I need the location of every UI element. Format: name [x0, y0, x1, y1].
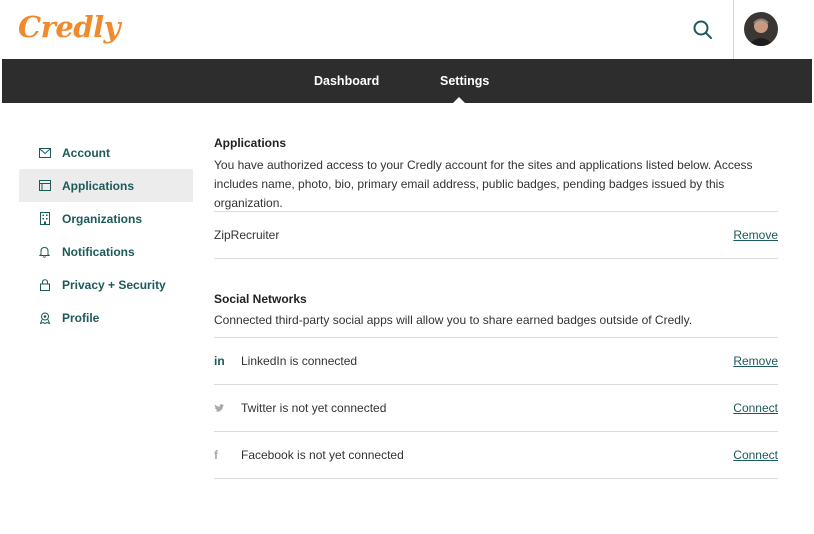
settings-sidebar: Account Applications Organizations Notif… — [19, 136, 193, 334]
sidebar-item-profile[interactable]: Profile — [19, 301, 193, 334]
credly-logo[interactable]: Credly — [18, 10, 120, 44]
facebook-status: Facebook is not yet connected — [241, 448, 404, 462]
social-row-facebook: f Facebook is not yet connected Connect — [214, 432, 778, 478]
twitter-icon — [214, 403, 228, 413]
social-networks-title: Social Networks — [214, 292, 307, 306]
search-icon[interactable] — [692, 19, 714, 41]
applications-description: You have authorized access to your Credl… — [214, 158, 753, 210]
social-networks-description: Connected third-party social apps will a… — [214, 313, 693, 327]
connect-facebook-link[interactable]: Connect — [733, 448, 778, 462]
remove-application-link[interactable]: Remove — [733, 228, 778, 242]
application-row: ZipRecruiter Remove — [214, 212, 778, 258]
twitter-status: Twitter is not yet connected — [241, 401, 387, 415]
remove-linkedin-link[interactable]: Remove — [733, 354, 778, 368]
active-nav-caret — [453, 97, 465, 103]
sidebar-item-applications[interactable]: Applications — [19, 169, 193, 202]
sidebar-item-label: Profile — [62, 310, 100, 325]
main-nav: Dashboard Settings — [2, 59, 812, 103]
sidebar-item-label: Applications — [62, 178, 135, 193]
linkedin-status: LinkedIn is connected — [241, 354, 358, 368]
facebook-icon: f — [214, 448, 218, 462]
social-row-linkedin: in LinkedIn is connected Remove — [214, 338, 778, 384]
envelope-icon — [38, 146, 51, 159]
building-icon — [38, 212, 51, 225]
linkedin-icon: in — [214, 354, 225, 368]
nav-dashboard[interactable]: Dashboard — [314, 59, 379, 103]
applications-title: Applications — [214, 136, 287, 150]
user-avatar[interactable] — [744, 12, 778, 46]
sidebar-item-label: Organizations — [62, 211, 143, 226]
lock-icon — [38, 278, 51, 291]
person-badge-icon — [38, 311, 51, 324]
sidebar-item-label: Privacy + Security — [62, 277, 166, 292]
social-row-twitter: Twitter is not yet connected Connect — [214, 385, 778, 431]
top-header: Credly — [0, 0, 814, 59]
bell-icon — [38, 245, 51, 258]
sidebar-item-account[interactable]: Account — [19, 136, 193, 169]
sidebar-item-privacy-security[interactable]: Privacy + Security — [19, 268, 193, 301]
settings-main: Applications You have authorized access … — [214, 136, 778, 479]
application-name: ZipRecruiter — [214, 228, 280, 242]
sidebar-item-notifications[interactable]: Notifications — [19, 235, 193, 268]
divider — [214, 478, 778, 479]
header-divider — [733, 0, 734, 59]
connect-twitter-link[interactable]: Connect — [733, 401, 778, 415]
sidebar-item-label: Account — [62, 145, 110, 160]
sidebar-item-label: Notifications — [62, 244, 135, 259]
sidebar-item-organizations[interactable]: Organizations — [19, 202, 193, 235]
browser-window-icon — [38, 179, 51, 192]
